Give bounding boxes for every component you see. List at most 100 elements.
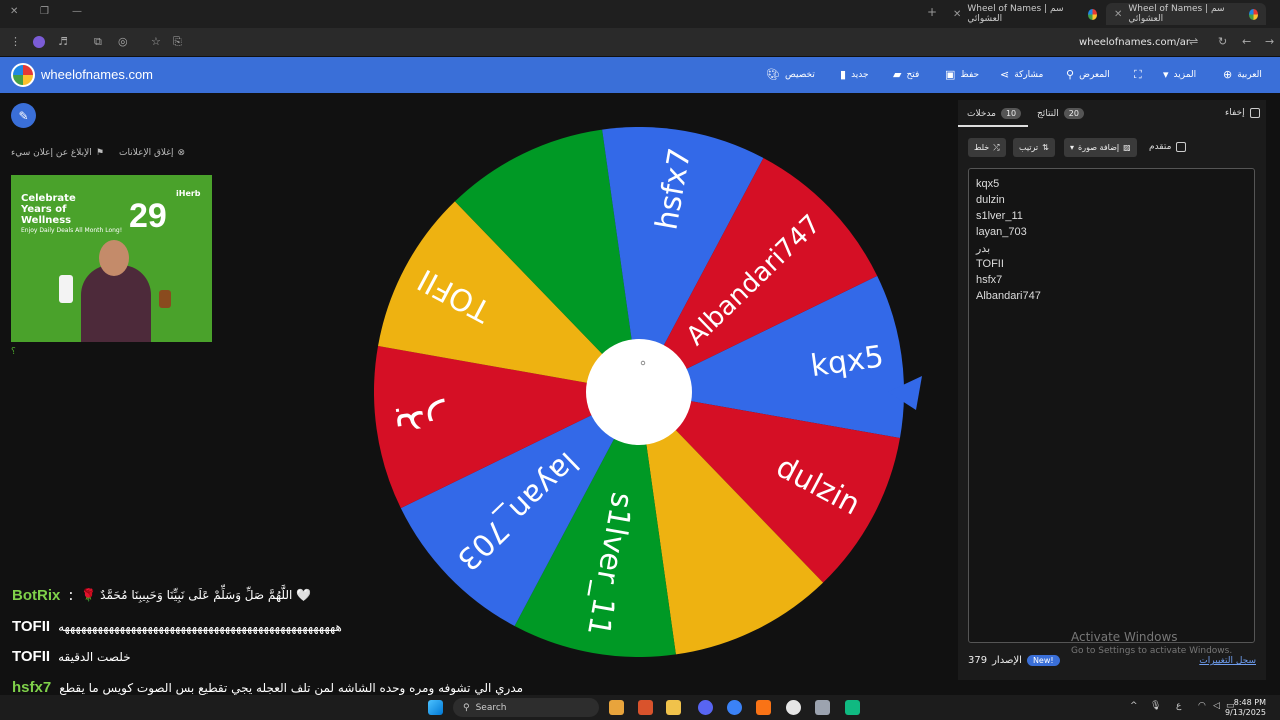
taskbar-search[interactable]: ⚲ Search [453,698,599,717]
new-badge[interactable]: New! [1026,655,1060,666]
close-circle-icon: ⊗ [177,148,186,158]
sort-label: ترتيب [1019,143,1039,152]
close-window-icon[interactable]: ✕ [10,6,18,17]
tab-favicon-icon [1248,8,1258,20]
chat-separator: : [68,586,74,604]
forward-icon[interactable]: → [1265,35,1274,48]
app-icon[interactable] [638,700,653,715]
media-icon[interactable]: ♬ [58,35,68,48]
shuffle-button[interactable]: خلط ⤮ [968,138,1006,157]
share-button[interactable]: ⋖ مشاركة [1000,68,1043,81]
entry-line: s1lver_11 [976,210,1023,222]
save-button[interactable]: ▣ حفظ [945,68,979,81]
microphone-icon[interactable]: 🎙︎ [1150,701,1161,711]
close-tab-icon[interactable]: ✕ [953,9,961,20]
tab-entries[interactable]: مدخلات 10 [967,108,1022,119]
chat-username: hsfx7 [12,679,52,696]
entries-tab-label: مدخلات [967,108,996,119]
install-app-icon[interactable]: ⎘ [173,35,182,49]
app-icon[interactable] [756,700,771,715]
chat-username: TOFII [12,618,51,635]
active-tab-underline [958,125,1028,127]
open-button[interactable]: ▰ فتح [893,68,919,81]
customize-button[interactable]: 🎨︎ تخصيص [766,68,815,81]
image-icon: ▨ [1123,143,1131,152]
spin-wheel[interactable]: kqx5dulzins1lver_11layan_703بدرTOFIIhsfx… [374,127,904,657]
edit-pencil-button[interactable]: ✎ [11,103,36,128]
app-icon[interactable] [815,700,830,715]
fullscreen-button[interactable]: ⛶ [1134,68,1142,82]
tray-chevron-icon[interactable]: ^ [1130,701,1138,711]
close-tab-icon[interactable]: ✕ [1114,9,1122,20]
browser-tab[interactable]: ✕ Wheel of Names | سم العشوائي [945,3,1105,25]
chat-text: هههههههههههههههههههههههههههههههههههههههه… [58,619,342,634]
entries-textarea[interactable]: kqx5 dulzin s1lver_11 layan_703 بدر TOFI… [968,168,1255,643]
app-icon[interactable] [727,700,742,715]
advertisement-banner[interactable]: Celebrate Years of Wellness 29 iHerb Enj… [11,175,212,342]
app-icon[interactable] [845,700,860,715]
sort-button[interactable]: ترتيب ⇅ [1013,138,1055,157]
chat-text: مدري الي تشوفه ومره وحده الشاشه لمن تلف … [59,680,524,695]
minimize-window-icon[interactable]: — [72,6,82,17]
wheel-slice-label: بدر [391,398,450,451]
gallery-button[interactable]: ⚲ المعرض [1066,68,1110,81]
input-language[interactable]: ع [1176,701,1181,711]
wheel-center-hub[interactable] [586,339,692,445]
site-settings-icon[interactable]: ⇌ [1189,35,1198,48]
pencil-icon: ✎ [18,108,29,123]
wallet-icon[interactable]: ◎ [118,35,128,48]
browser-address-bar: ⋮ ♬ ⧉ ◎ ☆ ⎘ wheelofnames.com/ar ⇌ ↻ ← → [0,28,1280,56]
url-text[interactable]: wheelofnames.com/ar [1079,37,1190,48]
entry-line: layan_703 [976,226,1027,238]
hide-checkbox[interactable] [1249,108,1260,118]
chevron-down-icon: ▾ [1070,143,1075,152]
language-button[interactable]: ⊕ العربية [1223,68,1262,81]
hide-toggle[interactable]: إخفاء [1225,108,1260,118]
bookmark-star-icon[interactable]: ☆ [151,35,161,48]
add-image-label: إضافة صورة [1078,143,1120,152]
new-button[interactable]: ▮ جديد [840,68,869,81]
ad-brand: iHerb [176,189,201,198]
advanced-checkbox[interactable] [1176,142,1187,152]
version-label: الإصدار [992,655,1022,666]
profile-icon[interactable] [33,36,45,48]
brand-title[interactable]: wheelofnames.com [41,67,153,82]
save-label: حفظ [960,69,980,80]
report-ad-link[interactable]: الإبلاغ عن إعلان سيء ⚑ [11,148,104,158]
wifi-icon[interactable]: ◠ [1198,701,1206,711]
chat-message: TOFII خلصت الدقيقه [12,648,131,665]
extensions-icon[interactable]: ⧉ [94,35,102,49]
file-icon: ▮ [840,68,847,81]
results-count-badge: 20 [1063,108,1084,119]
close-ads-link[interactable]: إغلاق الإعلانات ⊗ [119,148,185,158]
restore-window-icon[interactable]: ❐ [40,6,49,17]
tab-results[interactable]: النتائج 20 [1037,108,1084,119]
search-label: Search [475,702,507,713]
ad-number: 29 [129,197,167,235]
browser-tab-active[interactable]: ✕ Wheel of Names | سم العشوائي [1106,3,1266,25]
menu-dots-icon[interactable]: ⋮ [10,35,21,48]
ad-info-mark[interactable]: ؟ [11,347,16,357]
entries-count-badge: 10 [1000,108,1022,119]
clock-date: 9/13/2025 [1224,708,1266,717]
add-image-dropdown[interactable]: ▾ إضافة صورة ▨ [1064,138,1137,157]
open-label: فتح [906,69,920,80]
back-icon[interactable]: ← [1242,35,1251,48]
changelog-link[interactable]: سجل التغييرات [1199,656,1256,666]
file-explorer-icon[interactable] [666,700,681,715]
app-icon[interactable] [786,700,801,715]
app-icon[interactable] [609,700,624,715]
activate-windows-subtitle: Go to Settings to activate Windows. [1071,646,1233,656]
windows-start-icon[interactable] [428,700,443,715]
advanced-toggle[interactable]: متقدم [1149,142,1187,152]
discord-icon[interactable] [698,700,713,715]
fullscreen-icon: ⛶ [1134,68,1142,81]
reload-icon[interactable]: ↻ [1218,35,1227,48]
chat-username: BotRix [12,586,61,604]
save-icon: ▣ [945,68,956,81]
more-dropdown[interactable]: ▾ المزيد [1163,68,1196,81]
wheel-logo-icon[interactable] [11,63,35,87]
volume-icon[interactable]: ◁ [1213,701,1220,711]
taskbar-clock[interactable]: 8:48 PM 9/13/2025 [1225,698,1266,718]
new-tab-button[interactable]: + [927,5,937,19]
